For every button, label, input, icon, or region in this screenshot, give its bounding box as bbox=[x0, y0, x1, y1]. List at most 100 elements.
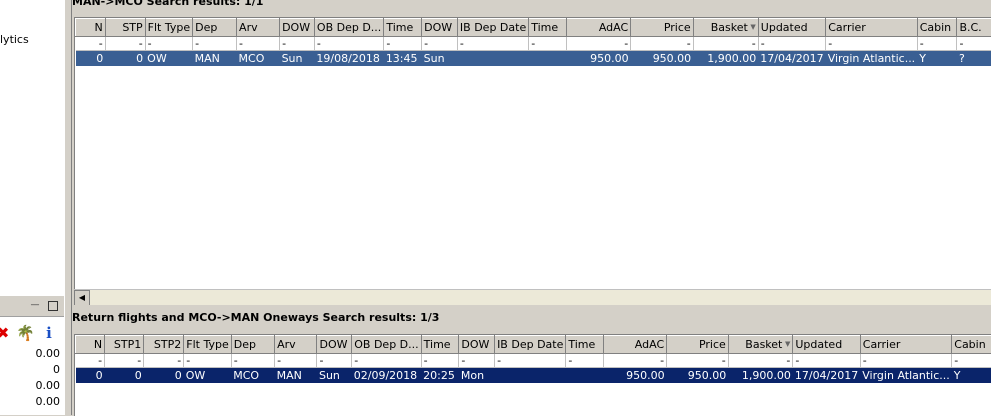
filter-cell[interactable]: - bbox=[193, 37, 237, 51]
column-header-time-2[interactable]: Time bbox=[529, 19, 567, 37]
filter-cell[interactable]: - bbox=[495, 354, 566, 368]
filter-cell[interactable]: - bbox=[793, 354, 860, 368]
table-row[interactable]: 0 0 0 OW MCO MAN Sun 02/09/2018 20:25 Mo… bbox=[76, 368, 991, 384]
column-header-flt-type[interactable]: Flt Type bbox=[184, 336, 231, 354]
column-header-time-2[interactable]: Time bbox=[566, 336, 603, 354]
column-header-dow-2[interactable]: DOW bbox=[422, 19, 458, 37]
filter-cell[interactable]: - bbox=[459, 354, 495, 368]
column-header-dow[interactable]: DOW bbox=[317, 336, 352, 354]
column-header-bc[interactable]: B.C. bbox=[957, 19, 991, 37]
filter-cell[interactable]: - bbox=[457, 37, 528, 51]
column-header-arv[interactable]: Arv bbox=[275, 336, 317, 354]
column-header-ob-dep-date[interactable]: OB Dep D... bbox=[352, 336, 421, 354]
filter-cell[interactable]: - bbox=[728, 354, 793, 368]
panel2-filter-row[interactable]: - - - - - - - - - - - - - - - - - - bbox=[76, 354, 991, 368]
palm-tree-icon[interactable]: 🌴 bbox=[16, 324, 34, 342]
column-header-cabin[interactable]: Cabin bbox=[952, 336, 991, 354]
nav-item-analytics[interactable]: lytics bbox=[0, 33, 29, 46]
filter-cell[interactable]: - bbox=[280, 37, 315, 51]
column-header-stp2[interactable]: STP2 bbox=[144, 336, 184, 354]
column-header-carrier[interactable]: Carrier bbox=[826, 19, 918, 37]
panel1-horizontal-scrollbar[interactable]: ◀ bbox=[74, 289, 991, 306]
cell-stp: 0 bbox=[105, 51, 145, 67]
column-header-cabin[interactable]: Cabin bbox=[917, 19, 957, 37]
filter-cell[interactable]: - bbox=[422, 37, 458, 51]
filter-cell[interactable]: - bbox=[145, 37, 192, 51]
table-row[interactable]: 0 0 OW MAN MCO Sun 19/08/2018 13:45 Sun … bbox=[76, 51, 991, 67]
column-header-price[interactable]: Price bbox=[631, 19, 694, 37]
filter-cell[interactable]: - bbox=[76, 37, 106, 51]
scroll-left-icon[interactable]: ◀ bbox=[74, 290, 90, 306]
column-header-ib-dep-date[interactable]: IB Dep Date bbox=[495, 336, 566, 354]
column-header-price[interactable]: Price bbox=[667, 336, 729, 354]
filter-cell[interactable]: - bbox=[317, 354, 352, 368]
filter-cell[interactable]: - bbox=[352, 354, 421, 368]
column-header-updated[interactable]: Updated bbox=[758, 19, 825, 37]
column-header-basket[interactable]: Basket▼ bbox=[728, 336, 793, 354]
column-header-flt-type[interactable]: Flt Type bbox=[145, 19, 192, 37]
column-header-n[interactable]: N bbox=[76, 336, 105, 354]
filter-cell[interactable]: - bbox=[952, 354, 991, 368]
column-header-stp1[interactable]: STP1 bbox=[105, 336, 144, 354]
minimize-icon[interactable]: — bbox=[30, 300, 40, 310]
filter-cell[interactable]: - bbox=[144, 354, 184, 368]
filter-cell[interactable]: - bbox=[237, 37, 280, 51]
info-icon[interactable]: i bbox=[40, 324, 58, 342]
delete-icon[interactable]: ✖ bbox=[0, 324, 12, 342]
filter-cell[interactable]: - bbox=[603, 354, 666, 368]
filter-cell[interactable]: - bbox=[76, 354, 105, 368]
cell-flt-type: OW bbox=[145, 51, 192, 67]
filter-cell[interactable]: - bbox=[667, 354, 729, 368]
column-header-time[interactable]: Time bbox=[384, 19, 422, 37]
filter-cell[interactable]: - bbox=[231, 354, 274, 368]
cell-time: 13:45 bbox=[384, 51, 422, 67]
filter-cell[interactable]: - bbox=[826, 37, 918, 51]
filter-cell[interactable]: - bbox=[917, 37, 957, 51]
panel2-grid: N STP1 STP2 Flt Type Dep Arv DOW OB Dep … bbox=[74, 334, 991, 416]
column-header-dow[interactable]: DOW bbox=[280, 19, 315, 37]
filter-cell[interactable]: - bbox=[314, 37, 383, 51]
value-item: 0.00 bbox=[0, 394, 60, 410]
column-header-time[interactable]: Time bbox=[421, 336, 459, 354]
filter-cell[interactable]: - bbox=[566, 354, 603, 368]
maximize-icon[interactable] bbox=[48, 301, 58, 311]
filter-cell[interactable]: - bbox=[693, 37, 758, 51]
vertical-splitter[interactable] bbox=[64, 0, 72, 415]
column-header-stp[interactable]: STP bbox=[105, 19, 145, 37]
cell-dow: Sun bbox=[280, 51, 315, 67]
column-header-arv[interactable]: Arv bbox=[237, 19, 280, 37]
column-header-carrier[interactable]: Carrier bbox=[860, 336, 952, 354]
column-header-n[interactable]: N bbox=[76, 19, 106, 37]
cell-time: 20:25 bbox=[421, 368, 459, 384]
cell-carrier: Virgin Atlantic... bbox=[860, 368, 952, 384]
column-header-adac[interactable]: AdAC bbox=[603, 336, 666, 354]
filter-cell[interactable]: - bbox=[758, 37, 825, 51]
column-header-updated[interactable]: Updated bbox=[793, 336, 860, 354]
column-header-basket[interactable]: Basket▼ bbox=[693, 19, 758, 37]
filter-cell[interactable]: - bbox=[566, 37, 630, 51]
filter-cell[interactable]: - bbox=[421, 354, 459, 368]
panel1-table: N STP Flt Type Dep Arv DOW OB Dep D... T… bbox=[75, 18, 991, 66]
column-header-ib-dep-date[interactable]: IB Dep Date bbox=[457, 19, 528, 37]
filter-cell[interactable]: - bbox=[860, 354, 952, 368]
panel2-header-row: N STP1 STP2 Flt Type Dep Arv DOW OB Dep … bbox=[76, 336, 991, 354]
filter-cell[interactable]: - bbox=[957, 37, 991, 51]
cell-ib-dep-date bbox=[457, 51, 528, 67]
filter-cell[interactable]: - bbox=[184, 354, 231, 368]
panel1-filter-row[interactable]: - - - - - - - - - - - - - - - - - - bbox=[76, 37, 991, 51]
left-toolbar: ✖ 🌴 i bbox=[0, 320, 64, 346]
filter-cell[interactable]: - bbox=[105, 37, 145, 51]
left-values-list: 0.00 0 0.00 0.00 bbox=[0, 346, 60, 410]
panel2-table: N STP1 STP2 Flt Type Dep Arv DOW OB Dep … bbox=[75, 335, 991, 383]
column-header-dep[interactable]: Dep bbox=[231, 336, 274, 354]
filter-cell[interactable]: - bbox=[384, 37, 422, 51]
filter-cell[interactable]: - bbox=[275, 354, 317, 368]
filter-cell[interactable]: - bbox=[631, 37, 694, 51]
column-header-dep[interactable]: Dep bbox=[193, 19, 237, 37]
column-header-adac[interactable]: AdAC bbox=[566, 19, 630, 37]
column-header-ob-dep-date[interactable]: OB Dep D... bbox=[314, 19, 383, 37]
cell-adac: 950.00 bbox=[566, 51, 630, 67]
filter-cell[interactable]: - bbox=[529, 37, 567, 51]
column-header-dow-2[interactable]: DOW bbox=[459, 336, 495, 354]
filter-cell[interactable]: - bbox=[105, 354, 144, 368]
